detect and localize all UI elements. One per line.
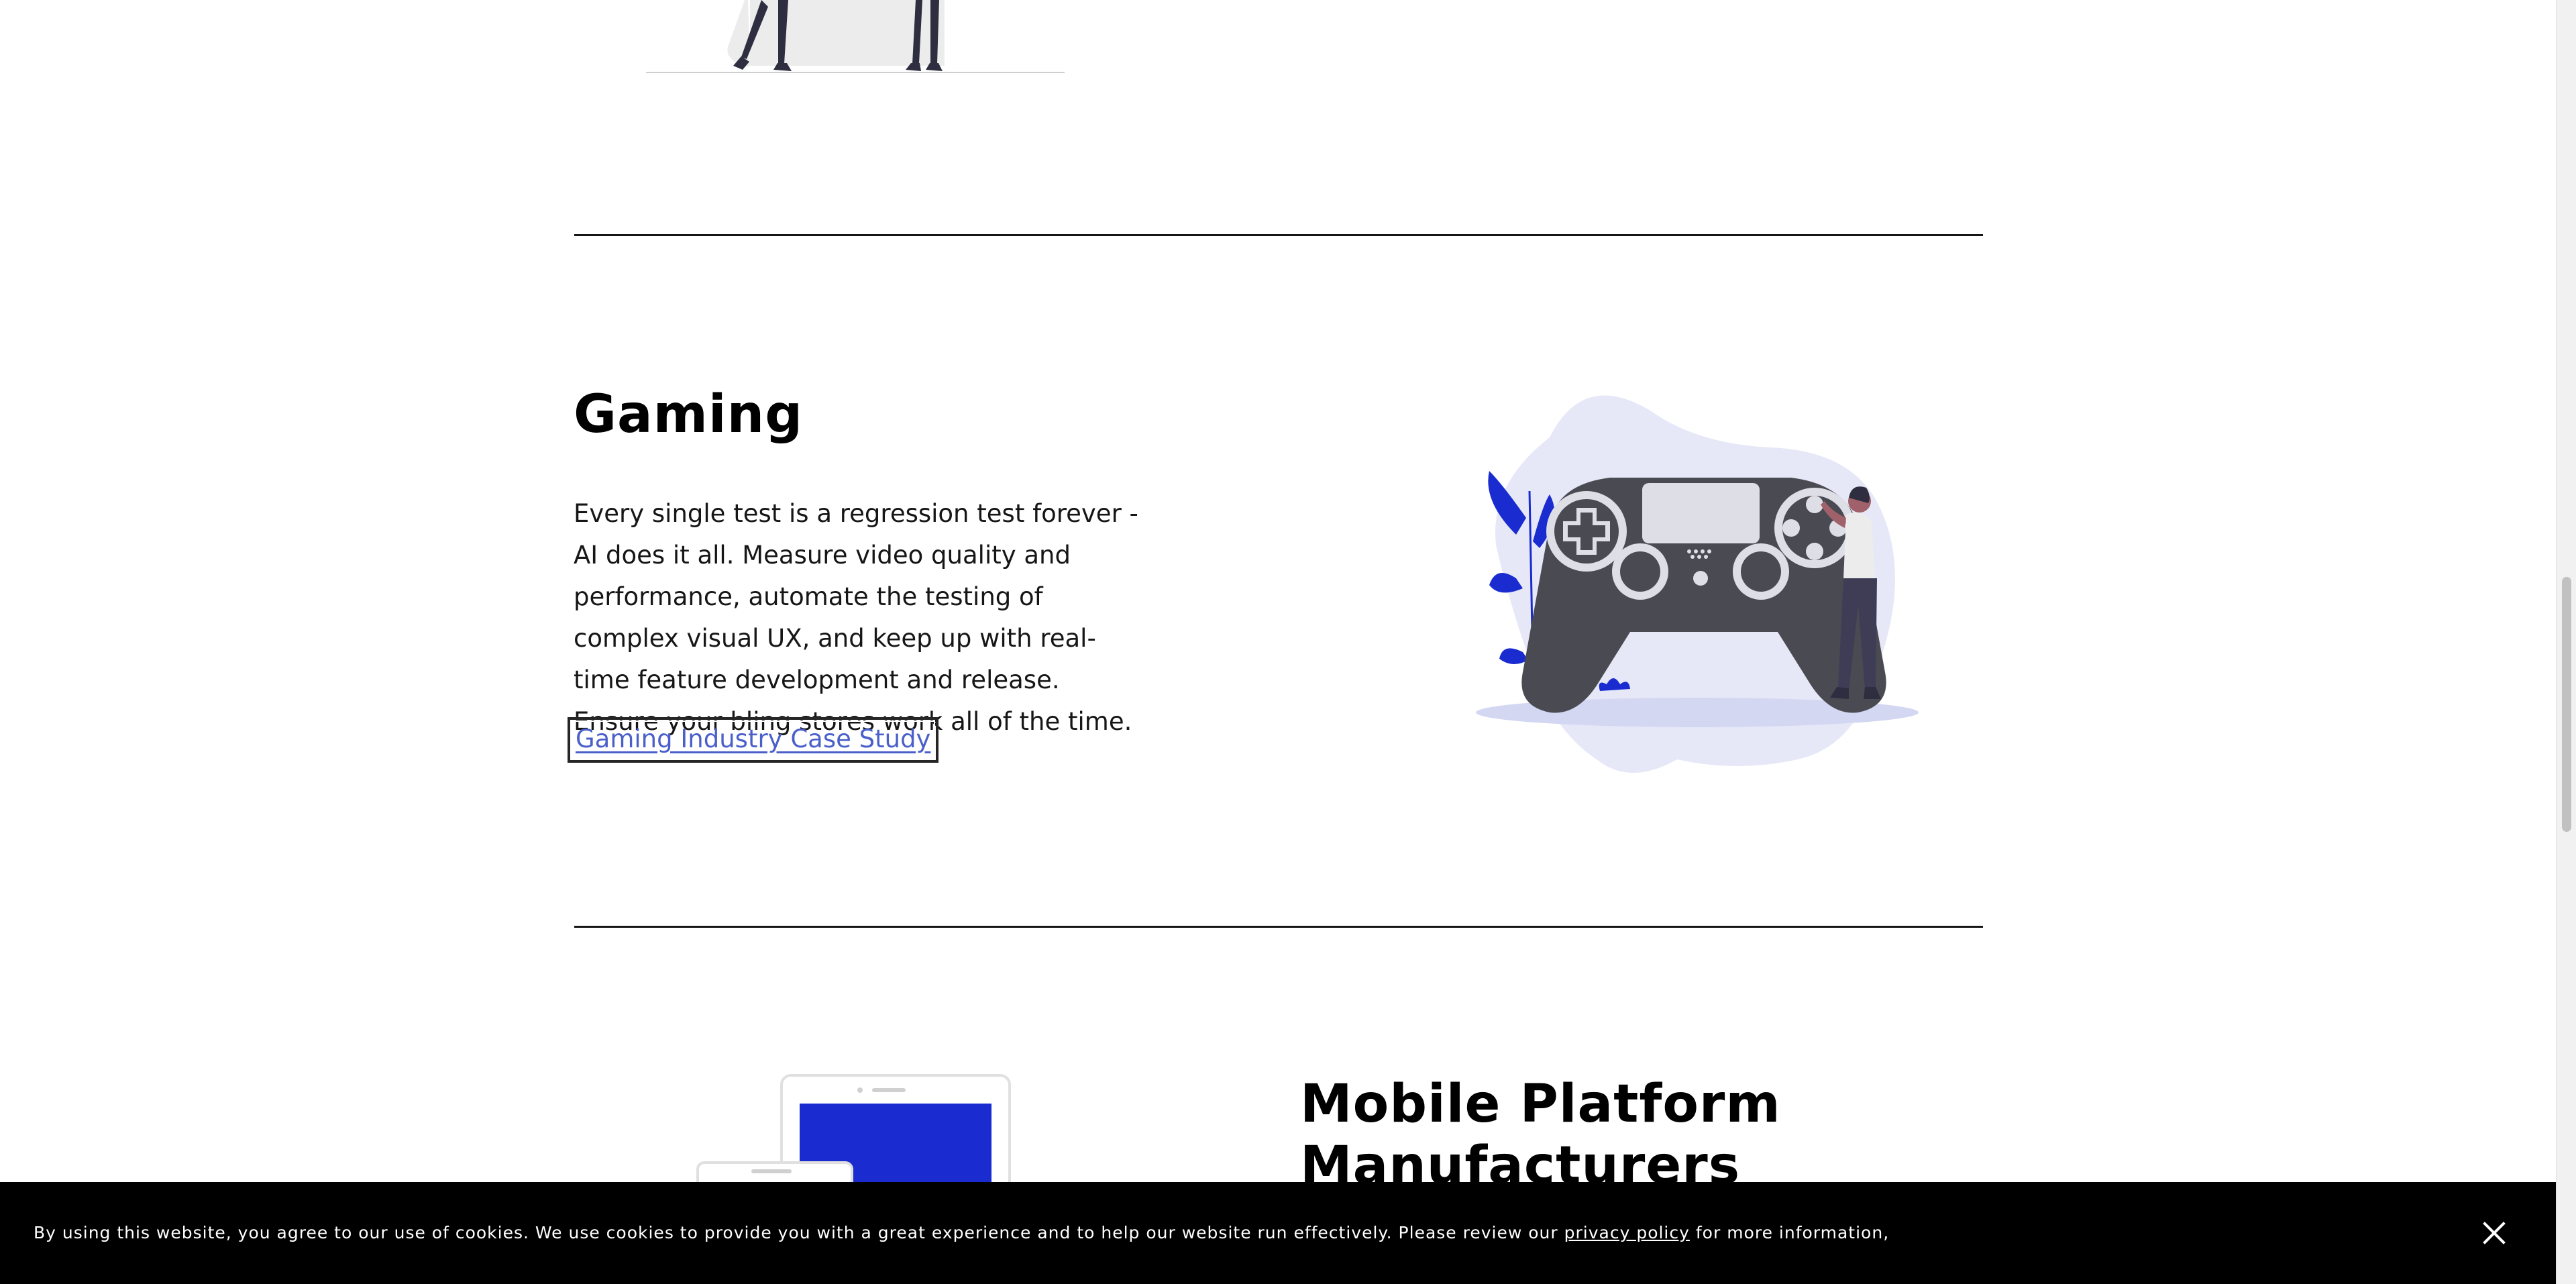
mobile-devices-illustration bbox=[696, 1074, 1011, 1184]
page: Gaming Every single test is a regression… bbox=[0, 0, 2576, 1284]
people-illustration bbox=[646, 0, 1065, 73]
close-icon[interactable] bbox=[2478, 1217, 2510, 1249]
section-divider bbox=[574, 926, 1983, 928]
gaming-case-study-link[interactable]: Gaming Industry Case Study bbox=[568, 717, 939, 763]
cookie-text-after: for more information, bbox=[1695, 1223, 1890, 1242]
mobile-title: Mobile Platform Manufacturers bbox=[1300, 1074, 1781, 1196]
cookie-banner: By using this website, you agree to our … bbox=[0, 1182, 2556, 1284]
section-divider bbox=[574, 234, 1983, 236]
cookie-message: By using this website, you agree to our … bbox=[34, 1218, 1889, 1248]
privacy-policy-link[interactable]: privacy policy bbox=[1564, 1223, 1690, 1242]
gaming-description: Every single test is a regression test f… bbox=[574, 499, 1138, 736]
game-controller-illustration bbox=[1476, 395, 1919, 773]
scrollbar-thumb[interactable] bbox=[2562, 577, 2571, 832]
gaming-title: Gaming bbox=[574, 384, 804, 445]
cookie-text-before: By using this website, you agree to our … bbox=[34, 1223, 1558, 1242]
page-scrollbar[interactable] bbox=[2556, 0, 2576, 1284]
